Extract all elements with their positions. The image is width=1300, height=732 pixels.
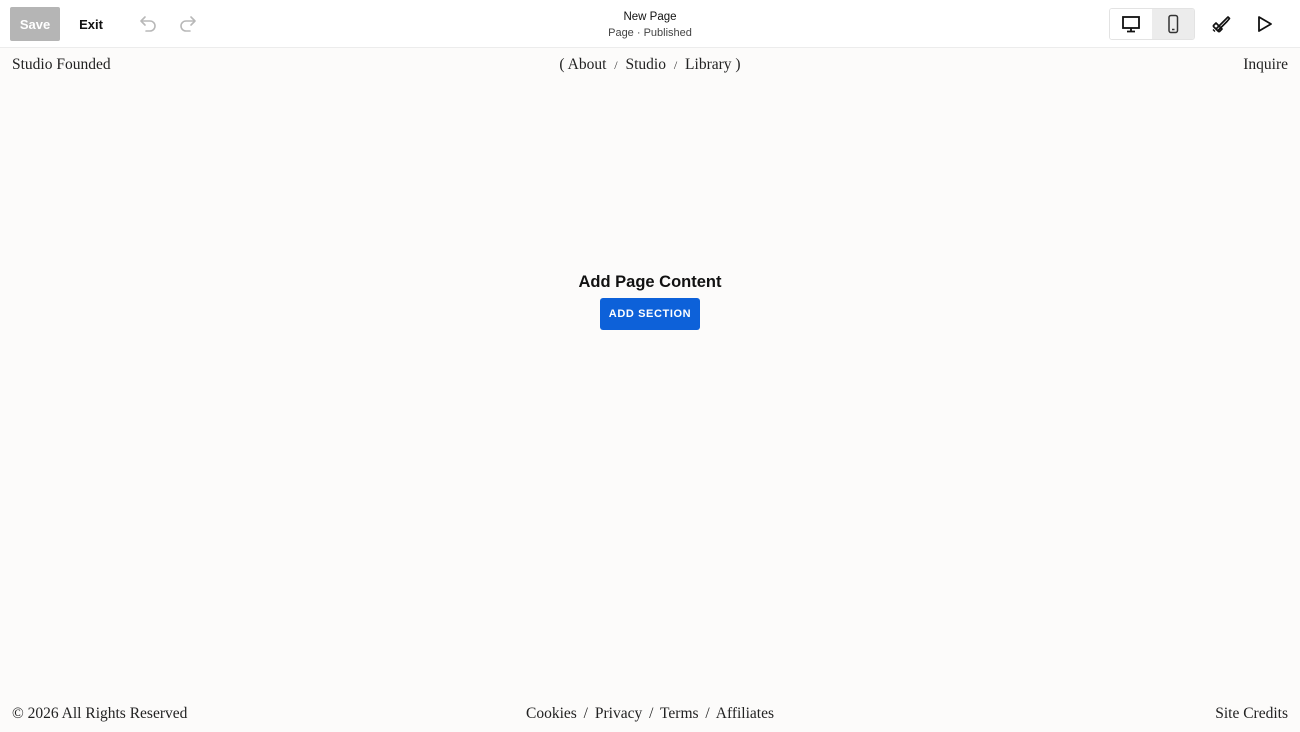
site-title[interactable]: Studio Founded: [12, 56, 111, 74]
inquire-link[interactable]: Inquire: [1243, 56, 1288, 74]
mobile-view-button[interactable]: [1152, 9, 1194, 39]
save-button[interactable]: Save: [10, 7, 60, 41]
exit-button[interactable]: Exit: [72, 7, 110, 41]
nav-separator: /: [673, 58, 678, 72]
paintbrush-icon[interactable]: [1209, 12, 1233, 36]
empty-page-state: Add Page Content ADD SECTION: [450, 270, 850, 330]
device-toggle: [1109, 8, 1195, 40]
site-credits-link[interactable]: Site Credits: [1215, 705, 1288, 723]
nav-open-paren: (: [559, 56, 565, 73]
desktop-icon: [1122, 16, 1140, 33]
page-title: New Page: [623, 11, 677, 23]
footer-link-terms[interactable]: Terms: [660, 705, 699, 722]
site-footer: © 2026 All Rights Reserved Cookies / Pri…: [0, 700, 1300, 730]
site-header: Studio Founded ( About / Studio / Librar…: [0, 50, 1300, 80]
footer-links: Cookies / Privacy / Terms / Affiliates: [450, 705, 850, 723]
editor-toolbar: Save Exit New Page Page · Published: [0, 0, 1300, 48]
footer-separator: /: [583, 705, 588, 722]
footer-link-cookies[interactable]: Cookies: [526, 705, 577, 722]
site-navigation: ( About / Studio / Library ): [450, 56, 850, 74]
mobile-icon: [1168, 14, 1179, 34]
page-meta[interactable]: New Page Page · Published: [500, 9, 800, 41]
nav-item-library[interactable]: Library: [685, 56, 731, 73]
play-icon[interactable]: [1252, 12, 1276, 36]
page-status: Page · Published: [608, 27, 692, 39]
footer-separator: /: [649, 705, 654, 722]
footer-separator: /: [705, 705, 710, 722]
nav-item-about[interactable]: About: [568, 56, 607, 73]
footer-link-privacy[interactable]: Privacy: [595, 705, 642, 722]
nav-close-paren: ): [735, 56, 741, 73]
copyright-text: © 2026 All Rights Reserved: [12, 705, 188, 722]
empty-state-heading: Add Page Content: [578, 273, 722, 291]
redo-icon[interactable]: [177, 12, 199, 34]
undo-icon[interactable]: [137, 12, 159, 34]
nav-separator: /: [614, 58, 618, 72]
desktop-view-button[interactable]: [1110, 9, 1152, 39]
footer-link-affiliates[interactable]: Affiliates: [716, 705, 774, 722]
nav-item-studio[interactable]: Studio: [625, 56, 665, 73]
add-section-button[interactable]: ADD SECTION: [600, 298, 700, 330]
